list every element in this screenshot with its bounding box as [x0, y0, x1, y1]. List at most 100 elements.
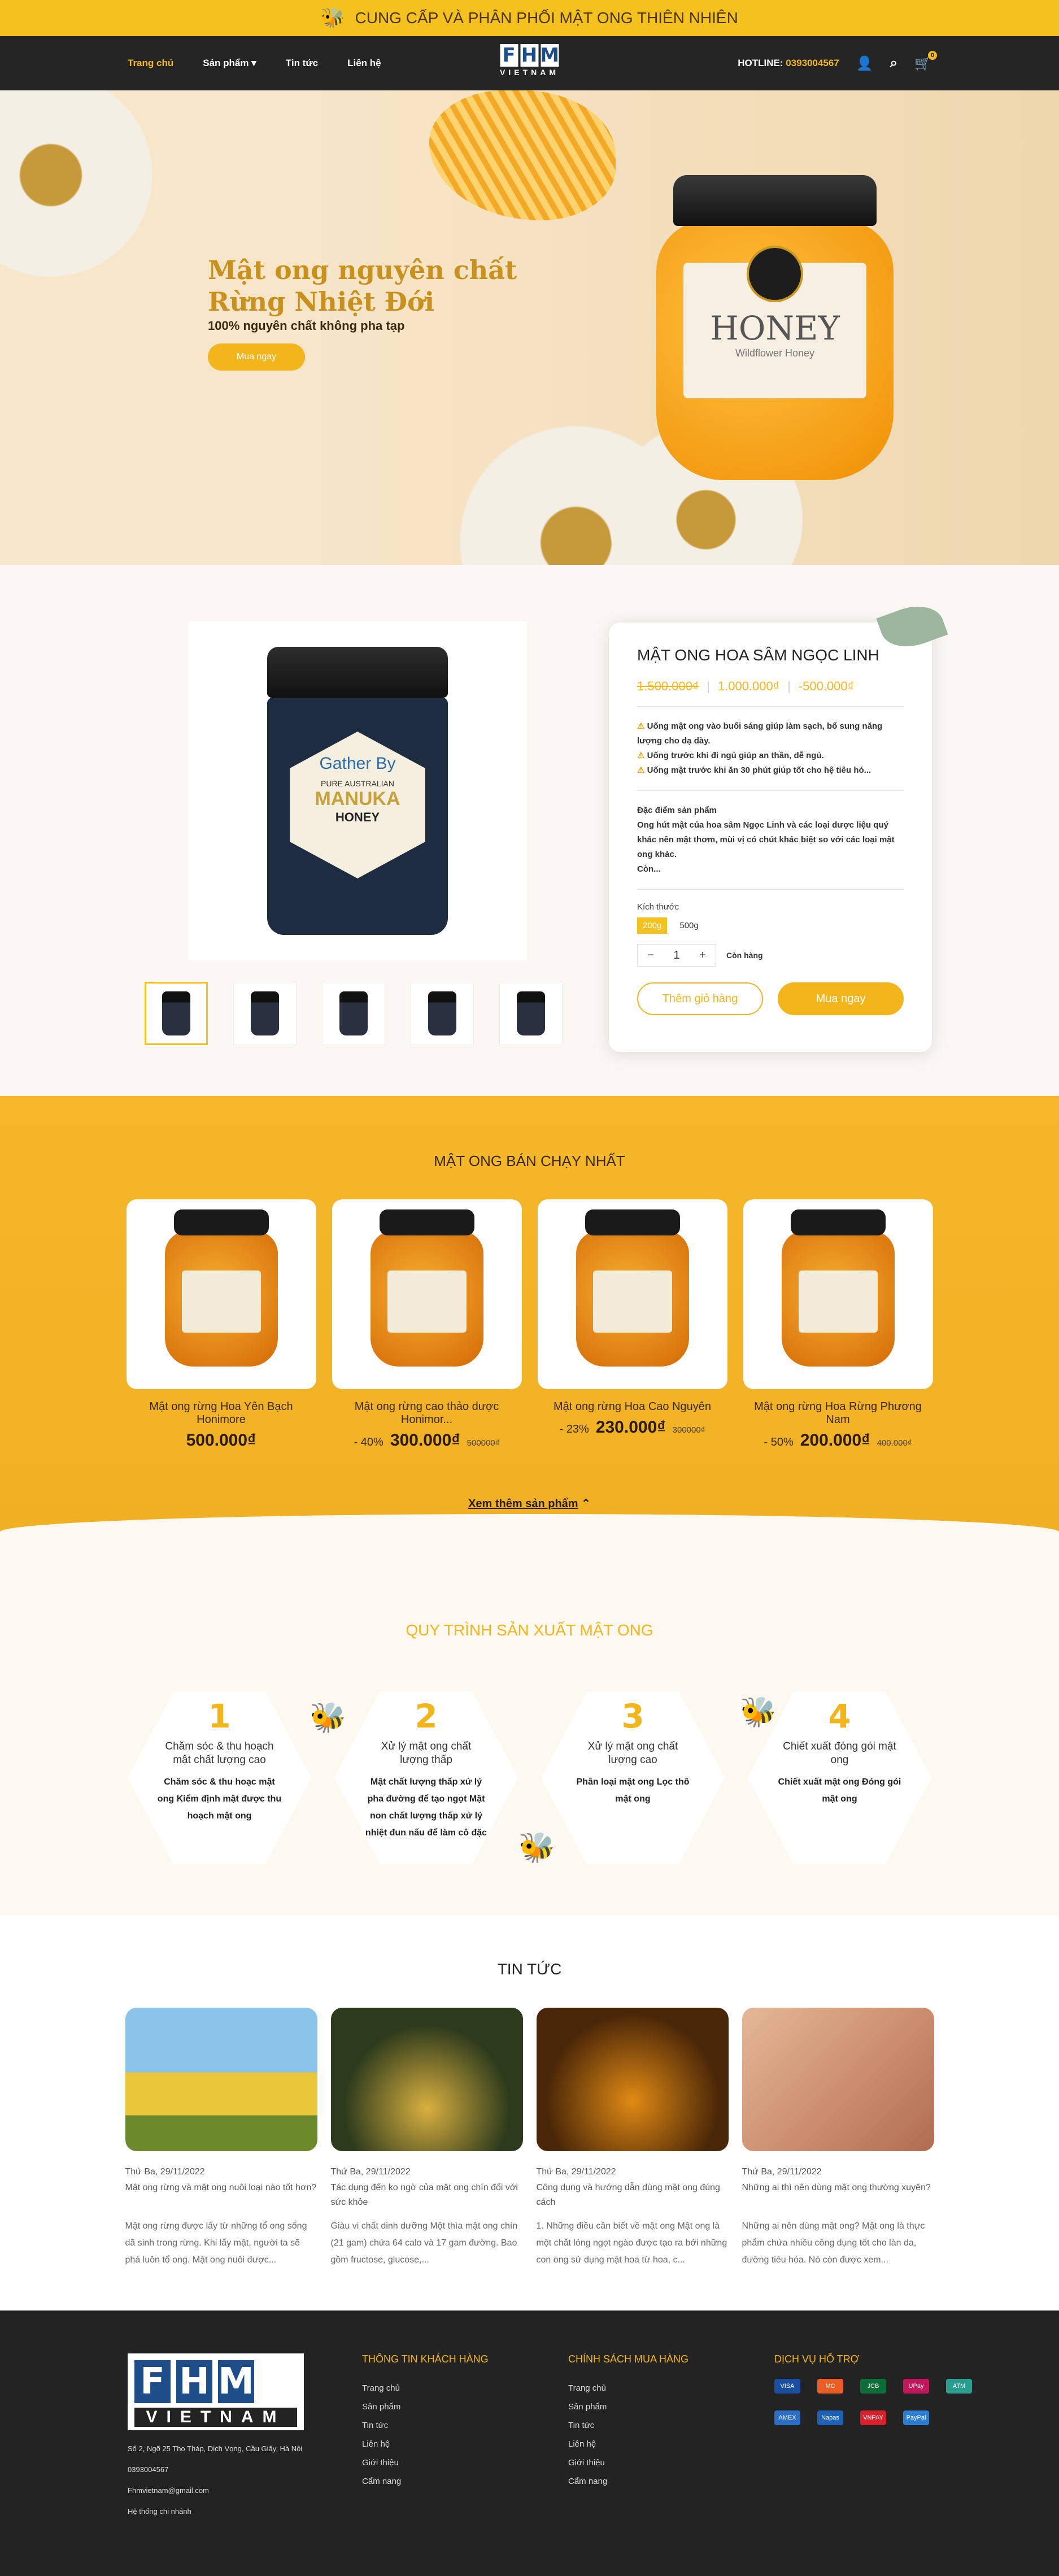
thumbnail-image [517, 991, 545, 1035]
footer-link[interactable]: Liên hệ [568, 2435, 721, 2453]
footer-link[interactable]: Sản phẩm [568, 2397, 721, 2416]
buy-now-button[interactable]: Mua ngay [778, 982, 904, 1015]
nav-item-contact[interactable]: Liên hệ [347, 58, 381, 69]
nav-item-news[interactable]: Tin tức [286, 58, 318, 69]
product-card-price: 500.000₫ [186, 1431, 256, 1450]
footer-link[interactable]: Sản phẩm [362, 2397, 515, 2416]
jcb-icon: JCB [860, 2379, 886, 2394]
footer-logo-sub: VIETNAM [134, 2408, 297, 2427]
footer-logo-letters: F H M [134, 2360, 297, 2403]
size-option[interactable]: 200g [637, 917, 668, 934]
footer-link[interactable]: Cẩm nang [362, 2472, 515, 2491]
section-title: MẬT ONG BÁN CHẠY NHẤT [434, 1152, 625, 1169]
product-actions: Thêm giỏ hàng Mua ngay [637, 982, 904, 1015]
size-option[interactable]: 500g [674, 917, 704, 934]
product-card[interactable]: Mật ong rừng Hoa Rừng Phương Nam - 50% 2… [743, 1199, 933, 1450]
product-thumbnail[interactable] [145, 982, 208, 1045]
news-card[interactable]: Thứ Ba, 29/11/2022 Những ai thì nên dùng… [742, 2008, 934, 2269]
plus-button[interactable]: + [690, 949, 716, 962]
payment-spacer [989, 2379, 1015, 2394]
bee-icon: 🐝 [518, 1831, 555, 1864]
new-price: 1.000.000₫ [717, 679, 780, 693]
product-prices: 1.500.000₫ | 1.000.000₫ | -500.000₫ [637, 679, 904, 694]
bee-icon: 🐝 [740, 1696, 777, 1729]
announcement-text: CUNG CẤP VÀ PHÂN PHỐI MẬT ONG THIÊN NHIÊ… [355, 9, 738, 27]
manuka-jar-lid [267, 647, 448, 698]
logo-letter: M [540, 44, 559, 67]
product-card-price-row: - 23% 230.000₫ 300000₫ [538, 1418, 727, 1437]
footer-branches-link[interactable]: Hệ thống chi nhánh [128, 2501, 308, 2522]
step-description: Phân loại mật ong Lọc thô mật ong [576, 1777, 690, 1804]
news-image [742, 2008, 934, 2151]
nav-item-products[interactable]: Sản phẩm ▾ [203, 58, 256, 69]
see-more-products-link[interactable]: Xem thêm sản phẩm ⌃ [0, 1496, 1059, 1511]
product-card-price-row: 500.000₫ [127, 1431, 316, 1450]
product-card[interactable]: Mật ong rừng Hoa Yên Bạch Honimore 500.0… [126, 1199, 316, 1450]
footer-link[interactable]: Trang chủ [568, 2379, 721, 2397]
logo-letter: M [218, 2360, 254, 2403]
news-date: Thứ Ba, 29/11/2022 [330, 2167, 411, 2177]
paypal-icon: PayPal [903, 2410, 929, 2425]
news-card[interactable]: Thứ Ba, 29/11/2022 Mật ong rừng và mật o… [125, 2008, 317, 2269]
product-thumbnail[interactable] [233, 982, 297, 1045]
product-main-image[interactable]: Gather By PURE AUSTRALIAN MANUKA HONEY [188, 621, 527, 960]
footer-logo[interactable]: F H M VIETNAM [128, 2353, 304, 2430]
hero-buy-button[interactable]: Mua ngay [208, 343, 305, 371]
product-info-card: MẬT ONG HOA SÂM NGỌC LINH 1.500.000₫ | 1… [609, 597, 948, 1052]
footer-link[interactable]: Tin tức [568, 2416, 721, 2435]
product-thumbnails [145, 982, 563, 1045]
footer-phone[interactable]: 0393004567 [128, 2459, 308, 2480]
product-card-name: Mật ong rừng Hoa Cao Nguyên [553, 1400, 712, 1413]
news-section: TIN TỨC Thứ Ba, 29/11/2022 Mật ong rừng … [0, 1915, 1059, 2310]
product-name: MẬT ONG HOA SÂM NGỌC LINH [637, 646, 879, 664]
site-logo[interactable]: F H M VIETNAM [500, 44, 559, 77]
product-thumbnail[interactable] [411, 982, 474, 1045]
footer-link[interactable]: Giới thiệu [362, 2453, 515, 2472]
user-icon[interactable]: 👤 [856, 55, 873, 72]
news-card[interactable]: Thứ Ba, 29/11/2022 Tác dụng đến ko ngờ c… [330, 2008, 523, 2269]
unionpay-icon: UPay [903, 2379, 929, 2394]
process-step: 2 Xử lý mật ong chất lượng thấp Mật chất… [334, 1691, 518, 1864]
search-icon[interactable]: ⌕ [890, 55, 897, 71]
hotline[interactable]: HOTLINE: 0393004567 [738, 58, 839, 69]
footer-link[interactable]: Giới thiệu [568, 2453, 721, 2472]
footer-email[interactable]: Fhmvietnam@gmail.com [128, 2480, 308, 2501]
manuka-brand: Gather By [319, 754, 396, 773]
quantity-value[interactable]: 1 [664, 949, 690, 962]
product-card[interactable]: Mật ong rừng Hoa Cao Nguyên - 23% 230.00… [537, 1199, 727, 1450]
product-card-discount: - 23% [559, 1423, 589, 1435]
product-card[interactable]: Mật ong rừng cao thảo dược Honimor... - … [332, 1199, 522, 1450]
footer-link[interactable]: Tin tức [362, 2416, 515, 2435]
footer-link[interactable]: Cẩm nang [568, 2472, 721, 2491]
logo-letter: H [520, 44, 538, 67]
divider [637, 790, 904, 791]
hotline-label: HOTLINE: [738, 58, 783, 68]
footer-col-title: DỊCH VỤ HỖ TRỢ [774, 2353, 860, 2365]
step-number: 1 [208, 1697, 231, 1735]
product-card-name: Mật ong rừng cao thảo dược Honimor... [354, 1400, 499, 1426]
cart-icon[interactable]: 🛒 0 [914, 50, 937, 72]
feature-more-link[interactable]: Còn... [637, 862, 904, 877]
product-thumbnail[interactable] [499, 982, 563, 1045]
quantity-row: − 1 + Còn hàng [637, 944, 904, 967]
amex-icon: AMEX [774, 2410, 800, 2425]
news-title: Mật ong rừng và mật ong nuôi loại nào tố… [125, 2183, 317, 2192]
add-to-cart-button[interactable]: Thêm giỏ hàng [637, 982, 764, 1015]
old-price: 1.500.000₫ [637, 679, 699, 693]
nav-item-home[interactable]: Trang chủ [128, 58, 173, 69]
cart-count-badge: 0 [928, 50, 937, 60]
footer-link[interactable]: Liên hệ [362, 2435, 515, 2453]
news-card[interactable]: Thứ Ba, 29/11/2022 Công dụng và hướng dẫ… [536, 2008, 729, 2269]
manuka-name: MANUKA [315, 788, 400, 810]
step-number: 3 [621, 1697, 644, 1735]
minus-button[interactable]: − [638, 949, 664, 962]
logo-letter: F [500, 44, 518, 67]
news-grid: Thứ Ba, 29/11/2022 Mật ong rừng và mật o… [0, 2008, 1059, 2269]
benefit-item: Uống trước khi đi ngủ giúp an thần, dễ n… [637, 749, 904, 763]
hero-title-line1: Mật ong nguyên chất [208, 255, 517, 285]
product-card-price: 300.000₫ [390, 1431, 460, 1450]
product-thumbnail[interactable] [322, 982, 385, 1045]
honey-jar-image: HONEY Wildflower Honey [656, 175, 894, 480]
divider [637, 889, 904, 890]
footer-link[interactable]: Trang chủ [362, 2379, 515, 2397]
